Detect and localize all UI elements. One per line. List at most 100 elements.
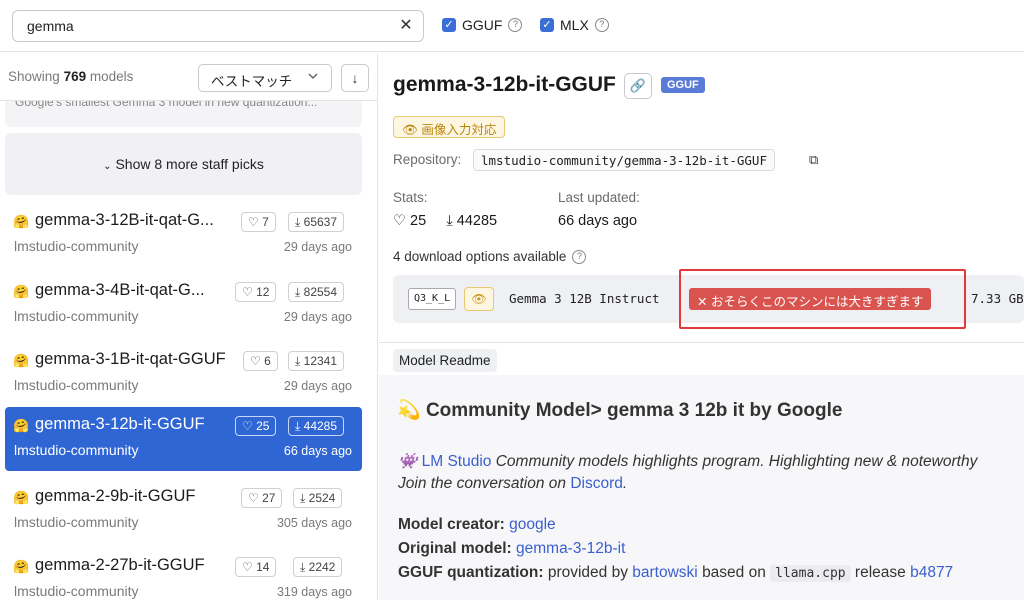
- model-date: 29 days ago: [283, 240, 352, 254]
- copy-icon[interactable]: ⧉: [809, 152, 818, 168]
- last-updated-value: 66 days ago: [558, 213, 638, 229]
- sort-direction-button[interactable]: ↓: [341, 64, 369, 92]
- sort-dropdown[interactable]: ベストマッチ: [198, 64, 332, 92]
- lm-studio-link[interactable]: LM Studio: [422, 453, 492, 470]
- help-icon[interactable]: ?: [594, 18, 609, 32]
- sort-label: ベストマッチ: [211, 74, 293, 89]
- divider: [379, 342, 1024, 343]
- original-model-link[interactable]: gemma-3-12b-it: [516, 540, 625, 557]
- search-value: gemma: [27, 18, 74, 34]
- original-model-line: Original model: gemma-3-12b-it: [398, 540, 626, 557]
- readme-line-2: Join the conversation on Discord.: [398, 475, 628, 492]
- format-badge: GGUF: [661, 77, 705, 93]
- model-name: gemma-2-27b-it-GGUF: [35, 556, 205, 574]
- downloads-badge: ⤓ 2524: [293, 488, 343, 508]
- likes-badge: ♡ 25: [235, 416, 277, 436]
- vision-badge: 👁 画像入力対応: [393, 116, 506, 138]
- link-icon[interactable]: 🔗: [624, 73, 652, 99]
- model-org: lmstudio-community: [14, 583, 139, 599]
- tab-model-readme[interactable]: Model Readme: [393, 349, 497, 372]
- stats-label: Stats:: [393, 190, 428, 205]
- downloads-badge: ⤓ 65637: [288, 212, 345, 232]
- likes-badge: ♡ 12: [235, 282, 277, 302]
- list-item[interactable]: 🤗 gemma-3-12B-it-qat-G... ♡ 7 ⤓ 65637 lm…: [5, 203, 362, 267]
- clear-search-icon[interactable]: ✕: [397, 17, 415, 35]
- discord-link[interactable]: Discord: [570, 475, 623, 492]
- hugging-face-icon: 🤗: [13, 214, 30, 229]
- model-date: 29 days ago: [283, 310, 352, 324]
- quant-badge: Q3_K_L: [408, 288, 457, 310]
- results-count: Showing 769 models: [8, 69, 134, 84]
- model-detail-panel: gemma-3-12b-it-GGUF 🔗 GGUF 👁 画像入力対応 Repo…: [379, 53, 1024, 600]
- llama-cpp-code: llama.cpp: [770, 565, 851, 582]
- model-name: gemma-3-12B-it-qat-G...: [35, 211, 214, 229]
- readme-heading: 💫 Community Model> gemma 3 12b it by Goo…: [397, 400, 843, 421]
- model-name: gemma-3-1B-it-qat-GGUF: [35, 350, 226, 368]
- downloads-badge: ⤓ 44285: [288, 416, 345, 436]
- model-date: 305 days ago: [276, 516, 352, 530]
- bartowski-link[interactable]: bartowski: [632, 564, 697, 581]
- repository-label: Repository:: [393, 152, 462, 167]
- stats-values: ♡ 25 ⤓ 44285: [393, 213, 498, 229]
- option-name: Gemma 3 12B Instruct: [509, 291, 660, 306]
- hugging-face-icon: 🤗: [13, 284, 30, 299]
- checkbox-checked-icon[interactable]: ✓: [442, 18, 456, 32]
- filter-mlx-label: MLX: [560, 17, 589, 33]
- download-icon: ⤓: [446, 213, 453, 229]
- chevron-down-icon: [307, 70, 319, 85]
- likes-badge: ♡ 27: [241, 488, 283, 508]
- eye-icon: 👁: [464, 287, 494, 311]
- filter-mlx[interactable]: ✓ MLX ?: [540, 17, 609, 33]
- model-name: gemma-2-9b-it-GGUF: [35, 487, 196, 505]
- hugging-face-icon: 🤗: [13, 418, 30, 433]
- checkbox-checked-icon[interactable]: ✓: [540, 18, 554, 32]
- model-org: lmstudio-community: [14, 308, 139, 324]
- option-size: 7.33 GB: [971, 291, 1024, 306]
- model-org: lmstudio-community: [14, 377, 139, 393]
- staff-pick-description: Google's smallest Gemma 3 model in new q…: [15, 101, 318, 109]
- model-date: 319 days ago: [276, 585, 352, 599]
- heart-icon: ♡: [393, 213, 406, 229]
- list-item[interactable]: 🤗 gemma-2-27b-it-GGUF ♡ 14 ⤓ 2242 lmstud…: [5, 548, 362, 612]
- model-date: 66 days ago: [283, 444, 352, 458]
- repository-value[interactable]: lmstudio-community/gemma-3-12b-it-GGUF: [473, 149, 775, 171]
- downloads-badge: ⤓ 2242: [293, 557, 343, 577]
- model-org: lmstudio-community: [14, 442, 139, 458]
- likes-badge: ♡ 7: [241, 212, 276, 232]
- model-name: gemma-3-12b-it-GGUF: [35, 415, 205, 433]
- likes-badge: ♡ 14: [235, 557, 277, 577]
- hugging-face-icon: 🤗: [13, 559, 30, 574]
- model-name: gemma-3-4B-it-qat-G...: [35, 281, 205, 299]
- last-updated-label: Last updated:: [558, 190, 640, 205]
- downloads-badge: ⤓ 12341: [288, 351, 345, 371]
- download-options-label: 4 download options available ?: [393, 249, 587, 264]
- creator-link[interactable]: google: [509, 516, 556, 533]
- staff-pick-card[interactable]: Google's smallest Gemma 3 model in new q…: [5, 101, 362, 127]
- help-icon[interactable]: ?: [508, 18, 523, 32]
- gguf-quantization-line: GGUF quantization: provided by bartowski…: [398, 564, 954, 582]
- list-item-selected[interactable]: 🤗 gemma-3-12b-it-GGUF ♡ 25 ⤓ 44285 lmstu…: [5, 407, 362, 471]
- likes-badge: ♡ 6: [243, 351, 278, 371]
- highlight-box: [679, 269, 966, 329]
- release-link[interactable]: b4877: [910, 564, 953, 581]
- page-title: gemma-3-12b-it-GGUF: [393, 73, 616, 96]
- chevron-down-icon: ⌄: [103, 161, 112, 172]
- readme-line-1: 👾 LM Studio Community models highlights …: [398, 453, 978, 470]
- model-list-panel: Showing 769 models ベストマッチ ↓ Google's sma…: [0, 53, 378, 600]
- top-bar: gemma ✕ ✓ GGUF ? ✓ MLX ?: [0, 0, 1024, 52]
- puzzle-icon: 👾: [398, 453, 418, 470]
- download-option-row[interactable]: Q3_K_L 👁 Gemma 3 12B Instruct ✕ おそらくこのマシ…: [393, 269, 1024, 329]
- show-more-staff-picks-button[interactable]: ⌄ Show 8 more staff picks: [5, 133, 362, 195]
- list-item[interactable]: 🤗 gemma-2-9b-it-GGUF ♡ 27 ⤓ 2524 lmstudi…: [5, 479, 362, 543]
- list-item[interactable]: 🤗 gemma-3-4B-it-qat-G... ♡ 12 ⤓ 82554 lm…: [5, 273, 362, 337]
- model-creator-line: Model creator: google: [398, 516, 556, 533]
- help-icon[interactable]: ?: [572, 249, 587, 264]
- list-item[interactable]: 🤗 gemma-3-1B-it-qat-GGUF ♡ 6 ⤓ 12341 lms…: [5, 342, 362, 406]
- search-input[interactable]: gemma ✕: [12, 10, 424, 42]
- eye-icon: 👁: [402, 123, 418, 137]
- filter-gguf[interactable]: ✓ GGUF ?: [442, 17, 523, 33]
- downloads-badge: ⤓ 82554: [288, 282, 345, 302]
- hugging-face-icon: 🤗: [13, 353, 30, 368]
- sparkle-icon: 💫: [397, 400, 421, 421]
- hugging-face-icon: 🤗: [13, 490, 30, 505]
